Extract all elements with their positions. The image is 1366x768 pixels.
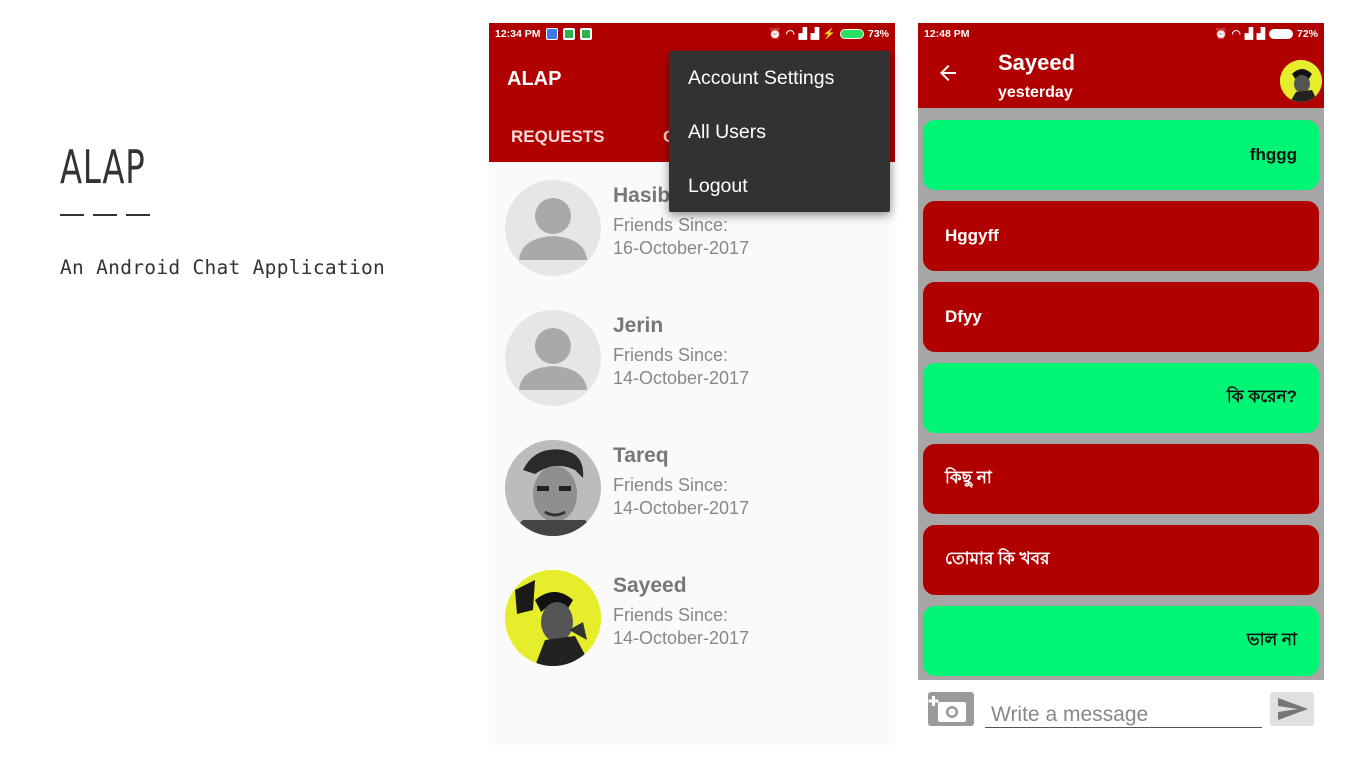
friend-since: Friends Since: 14-October-2017	[613, 605, 750, 648]
menu-item-account-settings[interactable]: Account Settings	[669, 51, 890, 105]
alarm-icon: ⏰	[768, 28, 782, 40]
charging-icon: ⚡	[822, 28, 836, 40]
alarm-icon: ⏰	[1214, 28, 1228, 40]
friend-name: Tareq	[613, 444, 669, 467]
incoming-message: Dfyy	[923, 282, 1319, 352]
notification-icon	[545, 27, 558, 40]
friend-since: Friends Since: 16-October-2017	[613, 215, 750, 258]
contact-avatar[interactable]	[1280, 60, 1322, 102]
friend-since: Friends Since: 14-October-2017	[613, 345, 750, 388]
avatar	[505, 570, 601, 666]
overflow-menu: Account Settings All Users Logout	[669, 51, 890, 212]
signal-icon: ▟	[1256, 27, 1265, 40]
signal-icon: ▟	[810, 27, 819, 40]
outgoing-message: fhggg	[923, 120, 1319, 190]
chat-app-bar: Sayeed yesterday	[918, 44, 1324, 108]
friend-list-item[interactable]: Jerin Friends Since: 14-October-2017	[505, 310, 885, 410]
incoming-message: তোমার কি খবর	[923, 525, 1319, 595]
battery-percent: 73%	[867, 27, 889, 40]
message-input[interactable]: Write a message	[985, 698, 1262, 728]
battery-percent: 72%	[1296, 27, 1318, 40]
friend-list-item[interactable]: Tareq Friends Since: 14-October-2017	[505, 440, 885, 540]
contact-name: Sayeed	[998, 50, 1076, 75]
send-icon[interactable]	[1270, 692, 1314, 726]
chat-screen: 12:48 PM ⏰ ◠ ▟ ▟ 72% Sayeed yesterday fh…	[918, 23, 1324, 745]
outgoing-message: ভাল না	[923, 606, 1319, 676]
notification-icon	[579, 27, 592, 40]
slide-title: ALAP	[60, 140, 146, 194]
friend-name: Jerin	[613, 314, 664, 337]
friend-list-item[interactable]: Sayeed Friends Since: 14-October-2017	[505, 570, 885, 670]
battery-icon	[839, 28, 864, 39]
friend-name: Sayeed	[613, 574, 687, 597]
incoming-message: কিছু না	[923, 444, 1319, 514]
message-composer: Write a message	[918, 680, 1324, 745]
app-title: ALAP	[507, 68, 562, 90]
last-seen: yesterday	[998, 84, 1073, 101]
back-arrow-icon[interactable]	[936, 61, 960, 85]
status-time: 12:34 PM	[495, 27, 541, 40]
avatar	[505, 440, 601, 536]
menu-item-all-users[interactable]: All Users	[669, 105, 890, 159]
status-bar: 12:48 PM ⏰ ◠ ▟ ▟ 72%	[918, 23, 1324, 44]
default-person-icon	[505, 180, 601, 276]
add-photo-icon[interactable]	[928, 692, 974, 726]
friend-name: Hasib	[613, 184, 671, 207]
status-bar: 12:34 PM ⏰ ◠ ▟ ▟ ⚡ 73%	[489, 23, 895, 44]
menu-item-logout[interactable]: Logout	[669, 159, 890, 213]
slide: ALAP An Android Chat Application 12:34 P…	[0, 0, 1366, 768]
tab-requests[interactable]: REQUESTS	[511, 127, 605, 147]
signal-icon: ▟	[798, 27, 807, 40]
battery-icon	[1268, 28, 1293, 39]
wifi-icon: ◠	[785, 27, 795, 40]
status-time: 12:48 PM	[924, 27, 970, 40]
slide-subtitle: An Android Chat Application	[60, 256, 386, 279]
wifi-icon: ◠	[1231, 27, 1241, 40]
notification-icon	[562, 27, 575, 40]
signal-icon: ▟	[1244, 27, 1253, 40]
incoming-message: Hggyff	[923, 201, 1319, 271]
outgoing-message: কি করেন?	[923, 363, 1319, 433]
message-list[interactable]: fhggg Hggyff Dfyy কি করেন? কিছু না তোমার…	[918, 108, 1324, 680]
default-person-icon	[505, 310, 601, 406]
friend-since: Friends Since: 14-October-2017	[613, 475, 750, 518]
title-underline	[60, 214, 150, 216]
